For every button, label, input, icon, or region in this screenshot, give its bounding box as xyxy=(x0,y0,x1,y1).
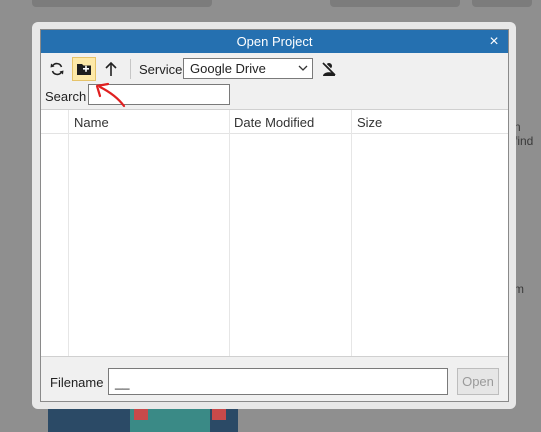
account-button[interactable] xyxy=(317,57,341,81)
column-header-name[interactable]: Name xyxy=(74,115,109,130)
file-table[interactable]: Name Date Modified Size xyxy=(41,109,508,357)
filename-input[interactable]: __ xyxy=(108,368,448,395)
annotation-arrow xyxy=(95,82,126,108)
refresh-button[interactable] xyxy=(45,57,69,81)
filename-label: Filename xyxy=(50,375,104,390)
service-label: Service xyxy=(139,62,183,77)
close-button[interactable]: × xyxy=(486,30,502,53)
background-toolbar-segment xyxy=(330,0,460,7)
toolbar-separator xyxy=(130,59,131,79)
service-selected-value: Google Drive xyxy=(190,61,266,76)
dialog-title: Open Project xyxy=(236,34,313,49)
column-divider xyxy=(229,110,230,356)
open-button[interactable]: Open xyxy=(457,368,499,395)
dialog-titlebar: Open Project × xyxy=(41,30,508,53)
user-remove-icon xyxy=(322,61,337,76)
column-header-date-modified[interactable]: Date Modified xyxy=(234,115,314,130)
chevron-down-icon xyxy=(298,65,308,71)
background-toolbar-segment xyxy=(32,0,212,7)
search-label: Search xyxy=(45,89,87,104)
column-divider xyxy=(351,110,352,356)
background-text: n find xyxy=(514,120,534,148)
refresh-icon xyxy=(50,62,64,76)
table-header: Name Date Modified Size xyxy=(41,110,508,134)
arrow-up-icon xyxy=(105,61,117,76)
column-header-size[interactable]: Size xyxy=(357,115,382,130)
background-toolbar-segment xyxy=(472,0,532,7)
column-divider xyxy=(68,110,69,356)
new-folder-icon xyxy=(77,64,91,75)
service-select[interactable]: Google Drive xyxy=(183,58,313,79)
